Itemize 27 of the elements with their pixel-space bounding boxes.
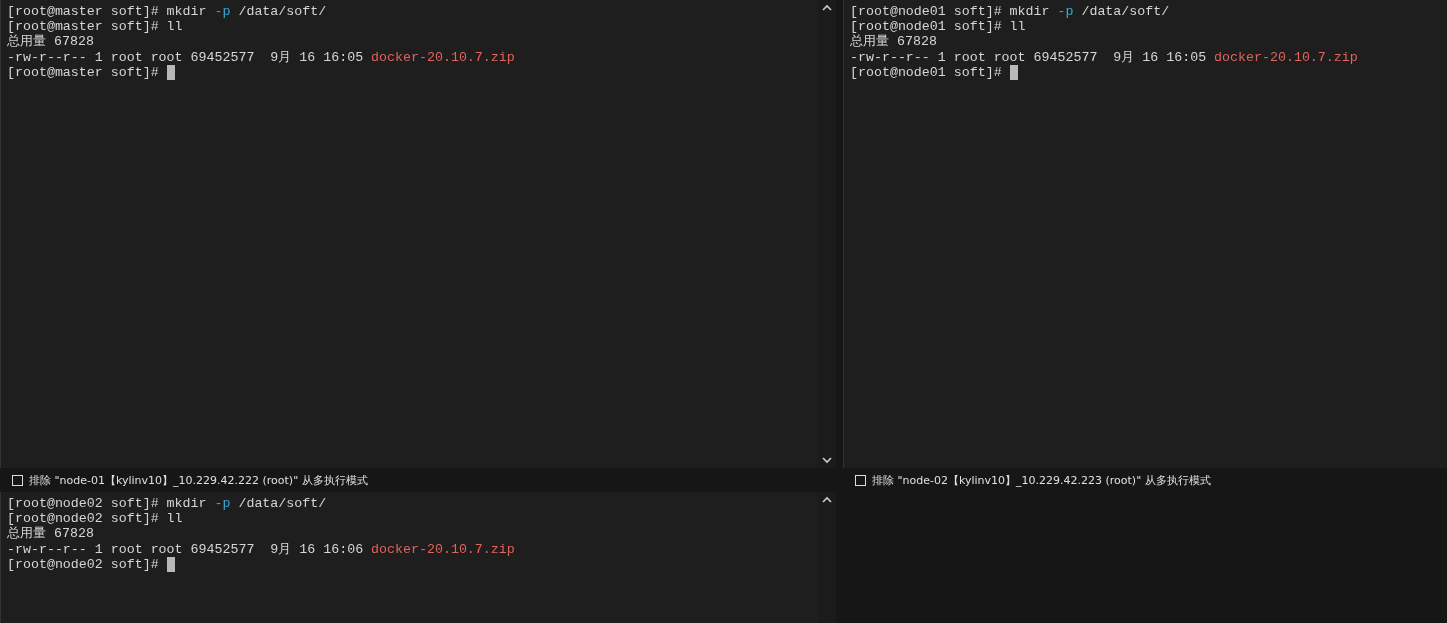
terminal-line: [root@node01 soft]# [850,64,1003,80]
terminal-line: [root@node02 soft]# mkdir -p /data/soft/ [7,496,327,511]
terminal-line: [root@master soft]# ll [7,19,183,35]
terminal-line: [root@master soft]# [7,64,160,80]
terminal-line: [root@node02 soft]# ll [7,511,183,527]
terminal-pane[interactable]: [root@master soft]# mkdir -p /data/soft/ [root@master soft]# ll 总用量 67828 -rw-r--r-- 1 root root 69452577 9月 16 16:05 docker-20.10.7.zip [root@master soft]# [0,0,818,468]
terminal-pane[interactable]: [root@node02 soft]# mkdir -p /data/soft/ [root@node02 soft]# ll 总用量 67828 -rw-r--r-- 1 root root 69452577 9月 16 16:06 docker-20.10.7.zip [root@node02 soft]# [0,492,818,623]
terminal-line: 总用量 67828 [850,34,937,50]
scrollbar[interactable] [818,492,836,623]
terminal-line: [root@node02 soft]# [7,556,160,572]
exclude-label[interactable]: 排除 "node-02【kylinv10】_10.229.42.223 (root)" 从多执行模式 [872,472,1211,488]
scroll-up-icon[interactable] [822,496,832,503]
exclude-checkbox[interactable] [855,474,866,486]
scroll-up-icon[interactable] [822,4,832,11]
terminal-line: [root@node01 soft]# ll [850,19,1026,35]
scroll-down-icon[interactable] [822,457,832,464]
terminal-pane[interactable]: [root@node01 soft]# mkdir -p /data/soft/ [root@node01 soft]# ll 总用量 67828 -rw-r--r-- 1 root root 69452577 9月 16 16:05 docker-20.10.7.zip [root@node01 soft]# [843,0,1447,468]
terminal-line: 总用量 67828 [7,526,94,542]
scrollbar[interactable] [818,0,836,468]
terminal-line: -rw-r--r-- 1 root root 69452577 9月 16 16:05 docker-20.10.7.zip [850,49,1358,65]
exclude-label[interactable]: 排除 "node-01【kylinv10】_10.229.42.222 (root)" 从多执行模式 [29,472,368,488]
terminal-line: 总用量 67828 [7,34,94,50]
terminal-line: [root@master soft]# mkdir -p /data/soft/ [7,4,327,19]
exclude-checkbox[interactable] [12,474,23,486]
terminal-line: -rw-r--r-- 1 root root 69452577 9月 16 16:05 docker-20.10.7.zip [7,49,515,65]
terminal-line: [root@node01 soft]# mkdir -p /data/soft/ [850,4,1170,19]
terminal-line: -rw-r--r-- 1 root root 69452577 9月 16 16:06 docker-20.10.7.zip [7,541,515,557]
